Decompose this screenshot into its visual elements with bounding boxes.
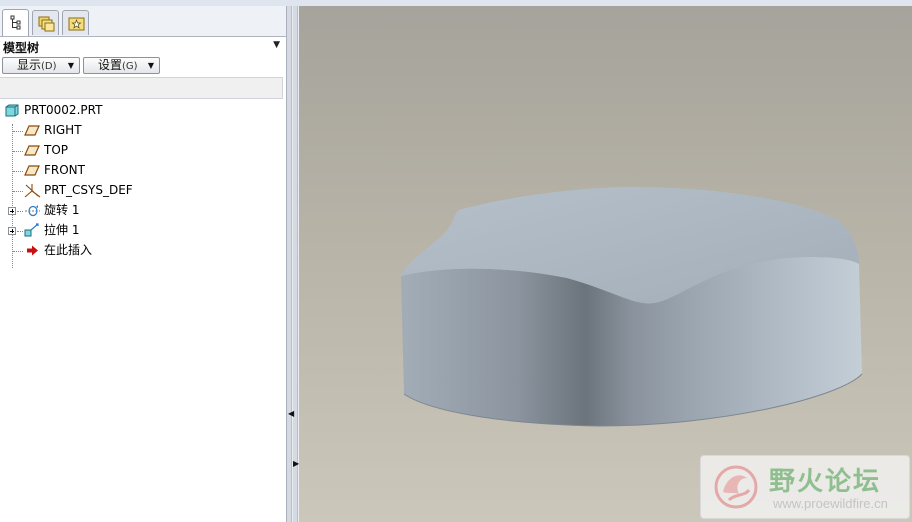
watermark-title: 野火论坛 — [769, 467, 882, 497]
model-tree-header: 模型树 ▼ — [0, 37, 286, 55]
tree-branch-line — [13, 191, 23, 192]
panel-splitter[interactable]: ◀ ▶ — [287, 6, 299, 522]
graphics-window[interactable] — [299, 6, 912, 522]
datum-plane-icon — [24, 145, 40, 156]
extrude-feature-icon — [24, 223, 39, 237]
chevron-down-icon[interactable]: ▼ — [273, 40, 280, 50]
tree-branch-line — [13, 131, 23, 132]
tree-node-label: 旋转 1 — [44, 203, 80, 217]
3d-part-model[interactable] — [299, 6, 912, 522]
display-button[interactable]: 显示(D) ▼ — [2, 57, 80, 74]
splitter-groove — [293, 6, 298, 522]
coordinate-system-icon — [24, 184, 41, 198]
favorites-star-icon — [68, 17, 85, 31]
tree-branch-line — [13, 171, 23, 172]
tree-node-extrude-1[interactable]: 拉伸 1 — [24, 221, 224, 239]
expand-toggle[interactable] — [8, 227, 16, 235]
settings-button-shortcut: (G) — [122, 61, 138, 72]
datum-plane-icon — [24, 165, 40, 176]
tree-node-label: PRT_CSYS_DEF — [44, 183, 133, 197]
fire-logo-icon — [714, 465, 758, 509]
tree-node-label: TOP — [44, 143, 69, 157]
navigator-tab-bar — [0, 6, 286, 37]
settings-button-label: 设置 — [98, 58, 123, 72]
part-cube-icon — [5, 104, 19, 117]
watermark-url: www.proewildfire.cn — [773, 496, 888, 511]
insert-here-arrow-icon — [27, 245, 38, 256]
tree-hierarchy-icon — [10, 15, 21, 30]
revolve-feature-icon — [25, 205, 40, 217]
tree-node-label: PRT0002.PRT — [24, 103, 103, 117]
splitter-groove — [287, 6, 292, 522]
settings-button[interactable]: 设置(G) ▼ — [83, 57, 160, 74]
navigator-panel: 模型树 ▼ 显示(D) ▼ 设置(G) ▼ PRT0002.PRT RIGHT … — [0, 6, 287, 522]
datum-plane-icon — [24, 125, 40, 136]
chevron-down-icon: ▼ — [147, 61, 154, 70]
collapse-left-arrow-icon[interactable]: ◀ — [288, 409, 294, 418]
chevron-down-icon: ▼ — [67, 61, 74, 70]
tab-model-tree[interactable] — [2, 9, 29, 36]
tree-branch-line — [13, 251, 23, 252]
tree-node-label: RIGHT — [44, 123, 82, 137]
tree-node-label: FRONT — [44, 163, 85, 177]
tree-node-coordinate-system[interactable]: PRT_CSYS_DEF — [24, 181, 224, 199]
display-button-label: 显示 — [17, 58, 42, 72]
tree-node-root-part[interactable]: PRT0002.PRT — [4, 101, 204, 119]
tree-node-label: 拉伸 1 — [44, 223, 80, 237]
tree-node-label: 在此插入 — [44, 243, 93, 257]
tree-node-insert-here[interactable]: 在此插入 — [24, 241, 224, 259]
tab-favorites[interactable] — [62, 10, 89, 35]
tree-node-right-plane[interactable]: RIGHT — [24, 121, 224, 139]
tree-node-front-plane[interactable]: FRONT — [24, 161, 224, 179]
tree-branch-line — [17, 211, 23, 212]
folders-icon — [38, 16, 55, 32]
model-tree-title: 模型树 — [3, 41, 40, 55]
tab-folder-browser[interactable] — [32, 10, 59, 35]
display-button-shortcut: (D) — [41, 61, 57, 72]
tree-node-revolve-1[interactable]: 旋转 1 — [24, 201, 224, 219]
tree-connector-line — [12, 124, 13, 268]
tree-branch-line — [17, 231, 23, 232]
forum-watermark: 野火论坛 www.proewildfire.cn — [700, 455, 910, 519]
tree-filter-bar[interactable] — [0, 77, 283, 99]
tree-node-top-plane[interactable]: TOP — [24, 141, 224, 159]
expand-toggle[interactable] — [8, 207, 16, 215]
tree-branch-line — [13, 151, 23, 152]
